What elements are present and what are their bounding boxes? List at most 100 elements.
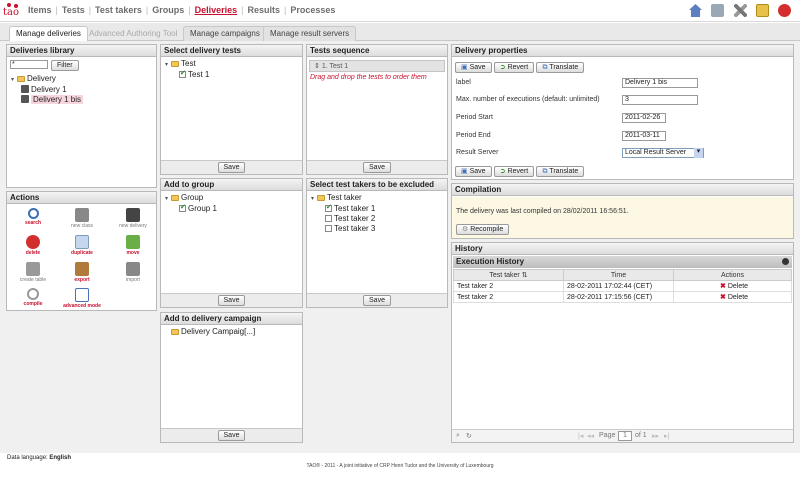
copyright: TAO® - 2011 - A joint initiative of CRP … — [306, 463, 494, 469]
tree-folder-delivery[interactable]: ▾ Delivery — [11, 74, 83, 85]
save-button[interactable]: Save — [217, 430, 246, 441]
action-new-delivery[interactable]: new delivery — [113, 208, 153, 229]
tao-logo[interactable]: tao — [3, 3, 29, 19]
search-icon[interactable]: ⌕ — [456, 432, 460, 440]
save-button[interactable]: Save — [363, 295, 391, 306]
tree-item-test-taker-1[interactable]: Test taker 1 — [311, 203, 447, 214]
refresh-icon[interactable]: ↻ — [466, 432, 472, 440]
compilation-body: The delivery was last compiled on 28/02/… — [452, 197, 793, 238]
filter-input[interactable]: * — [10, 60, 48, 69]
action-create-table[interactable]: create table — [13, 262, 53, 283]
tree-item-delivery-1-bis[interactable]: Delivery 1 bis — [11, 95, 84, 105]
close-icon[interactable] — [782, 258, 789, 265]
pager: ⌕ ↻ |◂ ◂◂ Page 1 of 1 ▸▸ ▸| — [452, 429, 793, 442]
delete-link[interactable]: ✖ Delete — [673, 291, 792, 303]
period-start-input[interactable]: 2011-02-26 — [622, 113, 666, 123]
recompile-button[interactable]: ⚙ Recompile — [456, 224, 510, 235]
revert-button[interactable]: ➲ Revert — [493, 166, 535, 177]
sequence-item[interactable]: ⇕ 1. Test 1 — [309, 60, 445, 72]
action-label: duplicate — [71, 250, 93, 256]
max-executions-input[interactable]: 3 — [622, 95, 698, 105]
last-page-icon[interactable]: ▸| — [664, 432, 669, 440]
tab-manage-deliveries[interactable]: Manage deliveries — [9, 26, 88, 42]
checkbox[interactable] — [179, 69, 186, 79]
tab-manage-campaigns[interactable]: Manage campaigns — [183, 26, 267, 41]
tab-manage-result-servers[interactable]: Manage result servers — [263, 26, 357, 41]
first-page-icon[interactable]: |◂ — [578, 432, 583, 440]
checkbox[interactable] — [325, 215, 332, 222]
action-export[interactable]: export — [62, 262, 102, 283]
tree-item-delivery-1[interactable]: Delivery 1 — [11, 85, 83, 95]
table-icon — [26, 262, 40, 276]
action-compile[interactable]: compile — [13, 288, 53, 307]
result-server-select[interactable]: Local Result Server — [622, 148, 704, 158]
action-new-class[interactable]: new class — [62, 208, 102, 229]
save-button[interactable]: ▣ Save — [455, 166, 492, 177]
delete-icon — [26, 235, 40, 249]
tree-label: Group 1 — [188, 204, 217, 213]
tree-label: Delivery — [27, 74, 56, 83]
revert-button[interactable]: ➲ Revert — [493, 62, 535, 73]
tree-label: Delivery 1 — [31, 85, 67, 94]
tools-icon[interactable] — [734, 4, 747, 17]
field-label-max-executions: Max. number of executions (default: unli… — [456, 96, 600, 103]
menu-tests[interactable]: Tests — [62, 5, 85, 15]
checkbox[interactable] — [325, 225, 332, 232]
page-count: of 1 — [635, 432, 647, 439]
user-settings-icon[interactable] — [711, 4, 724, 17]
delete-link[interactable]: ✖ Delete — [673, 280, 792, 292]
action-label: new delivery — [119, 223, 147, 229]
notes-icon[interactable] — [756, 4, 769, 17]
folder-icon — [317, 195, 325, 201]
add-to-delivery-campaign-panel: Add to delivery campaign Delivery Campai… — [160, 312, 303, 443]
menu-processes[interactable]: Processes — [290, 5, 335, 15]
tree-item-test-1[interactable]: Test 1 — [165, 69, 302, 80]
menu-items[interactable]: Items — [28, 5, 52, 15]
campaign-tree: Delivery Campaig[...] — [161, 325, 302, 337]
tree-item-group-1[interactable]: Group 1 — [165, 203, 302, 214]
tab-strip: Manage deliveries Advanced Authoring Too… — [0, 23, 800, 42]
action-duplicate[interactable]: duplicate — [62, 235, 102, 256]
table-row: Test taker 2 28-02-2011 17:02:44 (CET) ✖… — [453, 280, 792, 292]
action-search[interactable]: search — [13, 208, 53, 226]
period-end-input[interactable]: 2011-03-11 — [622, 131, 666, 141]
panel-title: Compilation — [452, 184, 793, 196]
save-button[interactable]: Save — [217, 295, 246, 306]
action-import[interactable]: import — [113, 262, 153, 283]
home-icon[interactable] — [689, 4, 702, 17]
filter-button[interactable]: Filter — [51, 60, 79, 71]
panel-footer: Save — [161, 428, 302, 442]
checkbox[interactable] — [179, 203, 186, 213]
column-time[interactable]: Time — [563, 269, 674, 281]
top-navigation-bar: tao Items | Tests | Test takers | Groups | Deliv… — [0, 0, 800, 22]
translate-button[interactable]: ⧉ Translate — [536, 166, 585, 177]
panel-title: Select test takers to be excluded — [307, 179, 447, 191]
logout-icon[interactable] — [778, 4, 791, 17]
tree-item-test-taker-2[interactable]: Test taker 2 — [311, 214, 447, 224]
save-button[interactable]: Save — [217, 162, 246, 173]
deliveries-library-panel: Deliveries library * Filter ▾ Delivery De… — [6, 44, 157, 188]
label-input[interactable]: Delivery 1 bis — [622, 78, 698, 88]
action-delete[interactable]: delete — [13, 235, 53, 256]
move-icon — [126, 235, 140, 249]
prev-page-icon[interactable]: ◂◂ — [587, 432, 594, 440]
checkbox[interactable] — [325, 203, 332, 213]
menu-groups[interactable]: Groups — [152, 5, 184, 15]
panel-title: Delivery properties — [452, 45, 793, 57]
next-page-icon[interactable]: ▸▸ — [652, 432, 659, 440]
tree-item-test-taker-3[interactable]: Test taker 3 — [311, 224, 447, 234]
panel-footer: Save — [307, 293, 447, 307]
button-label: Save — [469, 64, 486, 71]
column-test-taker[interactable]: Test taker ⇅ — [453, 269, 564, 281]
menu-test-takers[interactable]: Test takers — [95, 5, 142, 15]
tree-label: Test taker 3 — [334, 224, 376, 233]
save-button[interactable]: Save — [363, 162, 391, 173]
menu-results[interactable]: Results — [247, 5, 280, 15]
action-advanced-mode[interactable]: advanced mode — [62, 288, 102, 309]
page-input[interactable]: 1 — [618, 431, 632, 441]
save-button[interactable]: ▣ Save — [455, 62, 492, 73]
menu-deliveries[interactable]: Deliveries — [195, 5, 238, 15]
tree-item-delivery-campaign[interactable]: Delivery Campaig[...] — [165, 327, 302, 337]
translate-button[interactable]: ⧉ Translate — [536, 62, 585, 73]
action-move[interactable]: move — [113, 235, 153, 256]
